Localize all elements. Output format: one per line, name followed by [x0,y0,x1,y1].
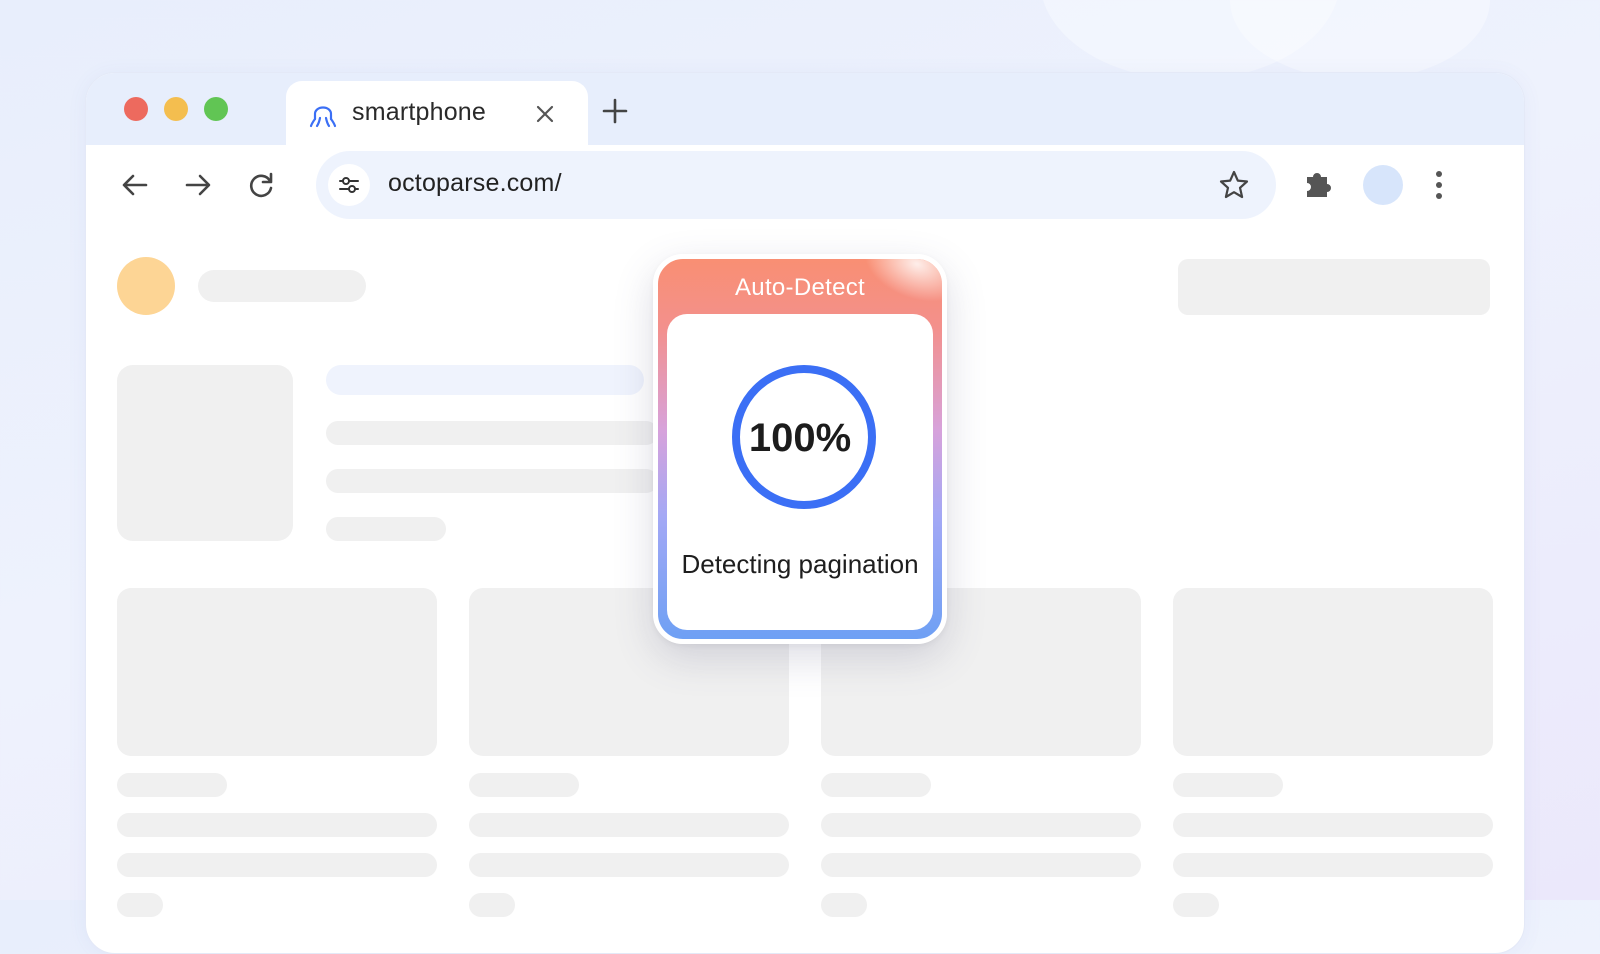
card-text-placeholder [469,773,579,797]
card-text-placeholder [469,893,515,917]
close-window-button[interactable] [124,97,148,121]
puzzle-icon[interactable] [1301,167,1335,201]
tab-smartphone[interactable]: smartphone [286,81,588,147]
minimize-window-button[interactable] [164,97,188,121]
kebab-menu-icon[interactable] [1433,167,1445,203]
card-text-placeholder [1173,853,1493,877]
reload-icon[interactable] [245,169,277,201]
card-text-placeholder [117,773,227,797]
card-text-placeholder [469,853,789,877]
auto-detect-popup: Auto-Detect 100% Detecting pagination [653,254,947,644]
site-settings-button[interactable] [328,164,370,206]
popup-body: 100% Detecting pagination [667,314,933,630]
toolbar: octoparse.com/ [86,145,1524,221]
arrow-left-icon[interactable] [119,169,151,201]
close-icon[interactable] [534,103,556,125]
image-placeholder [117,365,293,541]
card-text-placeholder [117,853,437,877]
text-placeholder [326,421,658,445]
avatar[interactable] [1363,165,1403,205]
progress-percentage: 100% [748,416,852,460]
text-placeholder [326,469,658,493]
card-image-placeholder [117,588,437,756]
avatar-placeholder [117,257,175,315]
tab-title: smartphone [352,98,487,126]
title-placeholder [198,270,366,302]
background-decoration [1230,0,1490,80]
card-text-placeholder [821,773,931,797]
arrow-right-icon[interactable] [182,169,214,201]
button-placeholder [1178,259,1490,315]
card-text-placeholder [1173,773,1283,797]
card-text-placeholder [1173,893,1219,917]
status-text: Detecting pagination [681,549,919,579]
plus-icon[interactable] [601,97,629,125]
card-text-placeholder [469,813,789,837]
maximize-window-button[interactable] [204,97,228,121]
card-text-placeholder [1173,813,1493,837]
text-placeholder [326,517,446,541]
card-text-placeholder [117,813,437,837]
card-text-placeholder [821,853,1141,877]
popup-title: Auto-Detect [734,274,866,301]
star-icon[interactable] [1218,169,1250,201]
card-image-placeholder [1173,588,1493,756]
tune-icon [339,177,359,193]
address-bar[interactable]: octoparse.com/ [316,151,1276,219]
octopus-icon [309,106,337,128]
url-text[interactable]: octoparse.com/ [388,169,562,198]
text-placeholder [326,365,644,395]
card-text-placeholder [821,893,867,917]
card-text-placeholder [117,893,163,917]
card-text-placeholder [821,813,1141,837]
tab-bar: smartphone [86,73,1524,147]
